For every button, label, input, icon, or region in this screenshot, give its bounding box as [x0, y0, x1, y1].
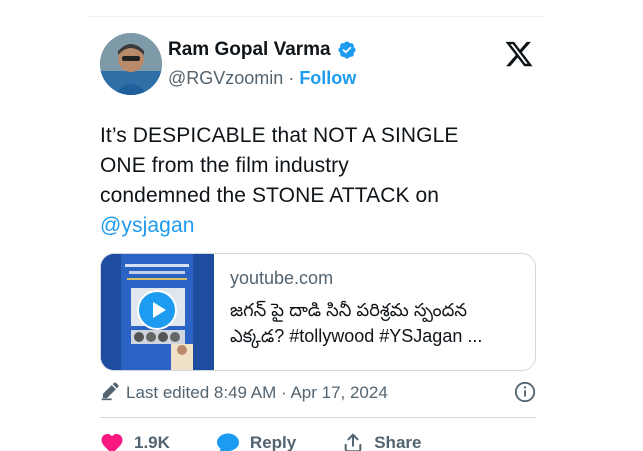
reply-bubble-icon	[216, 432, 240, 451]
x-logo-icon[interactable]	[504, 39, 534, 69]
link-title-line: జగన్ పై దాడి సినీ పరిశ్రమ స్పందన	[230, 300, 468, 320]
mention-link[interactable]: @ysjagan	[100, 211, 530, 241]
heart-icon	[100, 432, 124, 451]
tweet-text-line: ONE from the film industry	[100, 154, 349, 177]
link-title-line: ఎక్కడ? #tollywood #YSJagan ...	[230, 326, 483, 346]
share-icon	[342, 432, 364, 451]
reply-label: Reply	[249, 433, 297, 451]
author-name-row: Ram Gopal Varma	[168, 39, 357, 61]
divider	[100, 417, 536, 418]
edit-info-row: Last edited 8:49 AM · Apr 17, 2024	[100, 379, 536, 407]
share-label: Share	[374, 433, 422, 451]
like-count: 1.9K	[134, 433, 170, 451]
link-info: youtube.com జగన్ పై దాడి సినీ పరిశ్రమ స్…	[230, 268, 530, 349]
link-preview-card[interactable]: youtube.com జగన్ పై దాడి సినీ పరిశ్రమ స్…	[100, 253, 536, 371]
tweet-text-line: It’s DESPICABLE that NOT A SINGLE	[100, 124, 459, 147]
avatar[interactable]	[100, 33, 162, 95]
share-button[interactable]: Share	[342, 432, 421, 451]
info-icon[interactable]	[514, 381, 536, 403]
separator-dot: ·	[288, 68, 295, 88]
pencil-icon	[100, 381, 120, 406]
verified-badge-icon	[337, 40, 357, 60]
link-domain: youtube.com	[230, 268, 334, 288]
author-handle-row: @RGVzoomin · Follow	[168, 68, 356, 89]
tweet-embed-card: Ram Gopal Varma @RGVzoomin · Follow It’s…	[86, 16, 544, 451]
like-button[interactable]: 1.9K	[100, 432, 170, 451]
reply-button[interactable]: Reply	[216, 432, 296, 451]
tweet-text: It’s DESPICABLE that NOT A SINGLE ONE fr…	[100, 121, 530, 241]
follow-button[interactable]: Follow	[299, 68, 356, 89]
link-title[interactable]: జగన్ పై దాడి సినీ పరిశ్రమ స్పందన ఎక్కడ? …	[230, 297, 530, 349]
author-handle[interactable]: @RGVzoomin	[168, 68, 283, 89]
last-edited-text[interactable]: Last edited 8:49 AM · Apr 17, 2024	[126, 383, 388, 403]
action-bar: 1.9K Reply Share	[100, 429, 536, 451]
tweet-text-line: condemned the STONE ATTACK on	[100, 184, 440, 207]
play-icon[interactable]	[137, 290, 177, 330]
author-name[interactable]: Ram Gopal Varma	[168, 39, 331, 61]
